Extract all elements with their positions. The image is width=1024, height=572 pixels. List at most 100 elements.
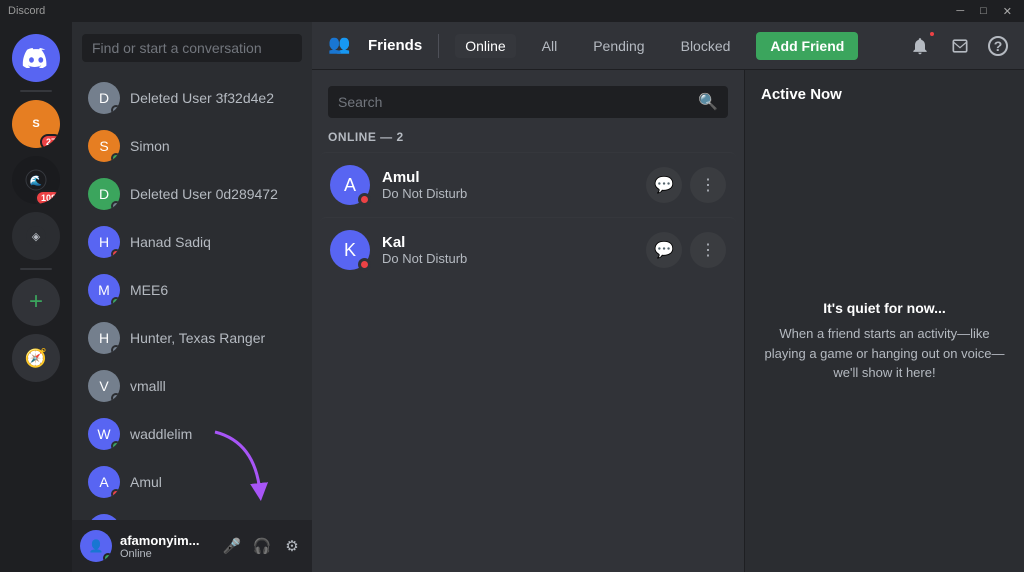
maximize-button[interactable]: □: [976, 5, 991, 18]
dm-avatar-dm3: H: [88, 226, 120, 258]
friends-title: Friends: [368, 37, 422, 54]
active-now-empty-title: It's quiet for now...: [823, 300, 946, 316]
minimize-button[interactable]: ─: [952, 5, 968, 18]
tab-pending[interactable]: Pending: [583, 34, 654, 58]
settings-button[interactable]: ⚙: [280, 534, 304, 558]
dm-avatar-dm8: A: [88, 466, 120, 498]
home-button[interactable]: [12, 34, 60, 82]
app-title: Discord: [8, 5, 952, 17]
user-status-text: Online: [120, 548, 212, 560]
notifications-button[interactable]: [908, 34, 932, 58]
dm-status-dm0: [111, 105, 120, 114]
server-divider: [20, 90, 52, 92]
dm-search-bar: [72, 22, 312, 74]
window-controls: ─ □ ✕: [952, 5, 1016, 18]
dm-item-dm3[interactable]: H Hanad Sadiq: [80, 218, 304, 266]
friends-header: 👥 Friends Online All Pending Blocked Add…: [312, 22, 1024, 70]
dm-name-dm6: vmalll: [130, 378, 166, 394]
inbox-button[interactable]: [948, 34, 972, 58]
user-controls: 🎤 🎧 ⚙: [220, 534, 304, 558]
dm-item-dm0[interactable]: D Deleted User 3f32d4e2: [80, 74, 304, 122]
dm-item-dm8[interactable]: A Amul: [80, 458, 304, 506]
more-amul-button[interactable]: ⋮: [690, 167, 726, 203]
dm-name-dm3: Hanad Sadiq: [130, 234, 211, 250]
discover-servers-button[interactable]: 🧭: [12, 334, 60, 382]
dm-avatar-dm2: D: [88, 178, 120, 210]
dm-item-dm4[interactable]: M MEE6: [80, 266, 304, 314]
find-conversation-input[interactable]: [82, 34, 302, 62]
friend-item-amul[interactable]: A Amul Do Not Disturb 💬 ⋮: [320, 152, 736, 217]
user-info: afamonyim... Online: [120, 533, 212, 560]
message-amul-button[interactable]: 💬: [646, 167, 682, 203]
dm-name-dm5: Hunter, Texas Ranger: [130, 330, 265, 346]
dm-item-dm7[interactable]: W waddlelim: [80, 410, 304, 458]
search-input[interactable]: [338, 94, 698, 110]
dm-avatar-dm6: V: [88, 370, 120, 402]
main-content: 👥 Friends Online All Pending Blocked Add…: [312, 22, 1024, 572]
dm-list: D Deleted User 3f32d4e2 S Simon D D: [72, 74, 312, 520]
tab-all[interactable]: All: [532, 34, 568, 58]
header-right: ?: [908, 34, 1008, 58]
friends-body: 🔍 ONLINE — 2 A Amul: [312, 70, 1024, 572]
server-badge-1: 27: [40, 134, 60, 148]
friends-icon: 👥: [328, 34, 352, 58]
add-friend-button[interactable]: Add Friend: [756, 32, 858, 60]
active-now-empty-text: When a friend starts an activity—like pl…: [761, 324, 1008, 383]
friends-main: 🔍 ONLINE — 2 A Amul: [312, 70, 744, 572]
dm-item-dm9[interactable]: K Kal: [80, 506, 304, 520]
friend-info-amul: Amul Do Not Disturb: [382, 169, 634, 201]
dm-avatar-dm1: S: [88, 130, 120, 162]
dm-status-dm4: [111, 297, 120, 306]
server-sidebar: S 27 🌊 108 ◈ +: [0, 22, 72, 572]
dm-status-dm1: [111, 153, 120, 162]
dm-status-dm5: [111, 345, 120, 354]
server-badge-2: 108: [35, 190, 60, 204]
online-count: ONLINE — 2: [312, 118, 744, 152]
friend-status-kal: Do Not Disturb: [382, 251, 634, 266]
friend-item-kal[interactable]: K Kal Do Not Disturb 💬 ⋮: [320, 217, 736, 282]
server-icon-2[interactable]: 🌊 108: [12, 156, 60, 204]
server-divider-2: [20, 268, 52, 270]
close-button[interactable]: ✕: [999, 5, 1016, 18]
active-now-empty: It's quiet for now... When a friend star…: [761, 127, 1008, 556]
dm-name-dm2: Deleted User 0d289472: [130, 186, 278, 202]
app-container: S 27 🌊 108 ◈ +: [0, 22, 1024, 572]
friend-actions-kal: 💬 ⋮: [646, 232, 726, 268]
dm-item-dm1[interactable]: S Simon: [80, 122, 304, 170]
server-icon-3[interactable]: ◈: [12, 212, 60, 260]
dm-name-dm1: Simon: [130, 138, 170, 154]
add-server-button[interactable]: +: [12, 278, 60, 326]
friend-actions-amul: 💬 ⋮: [646, 167, 726, 203]
dm-item-dm6[interactable]: V vmalll: [80, 362, 304, 410]
dm-name-dm4: MEE6: [130, 282, 168, 298]
microphone-button[interactable]: 🎤: [220, 534, 244, 558]
dm-item-dm5[interactable]: H Hunter, Texas Ranger: [80, 314, 304, 362]
active-now-panel: Active Now It's quiet for now... When a …: [744, 70, 1024, 572]
user-status-indicator: [103, 553, 112, 562]
help-button[interactable]: ?: [988, 36, 1008, 56]
dm-name-dm8: Amul: [130, 474, 162, 490]
dm-item-dm2[interactable]: D Deleted User 0d289472: [80, 170, 304, 218]
friend-info-kal: Kal Do Not Disturb: [382, 234, 634, 266]
avatar: 👤: [80, 530, 112, 562]
message-kal-button[interactable]: 💬: [646, 232, 682, 268]
more-kal-button[interactable]: ⋮: [690, 232, 726, 268]
titlebar: Discord ─ □ ✕: [0, 0, 1024, 22]
dm-name-dm0: Deleted User 3f32d4e2: [130, 90, 274, 106]
dm-avatar-dm9: K: [88, 514, 120, 520]
headset-button[interactable]: 🎧: [250, 534, 274, 558]
svg-text:◈: ◈: [32, 231, 41, 243]
dm-avatar-dm4: M: [88, 274, 120, 306]
server-icon-1[interactable]: S 27: [12, 100, 60, 148]
friend-list: A Amul Do Not Disturb 💬 ⋮: [312, 152, 744, 572]
header-divider: [438, 34, 439, 58]
friends-search: 🔍: [312, 70, 744, 118]
dm-status-dm7: [111, 441, 120, 450]
tab-blocked[interactable]: Blocked: [671, 34, 741, 58]
dm-status-dm2: [111, 201, 120, 210]
username: afamonyim...: [120, 533, 212, 548]
dm-status-dm8: [111, 489, 120, 498]
dm-status-dm6: [111, 393, 120, 402]
tab-online[interactable]: Online: [455, 34, 515, 58]
svg-text:🌊: 🌊: [30, 174, 42, 187]
